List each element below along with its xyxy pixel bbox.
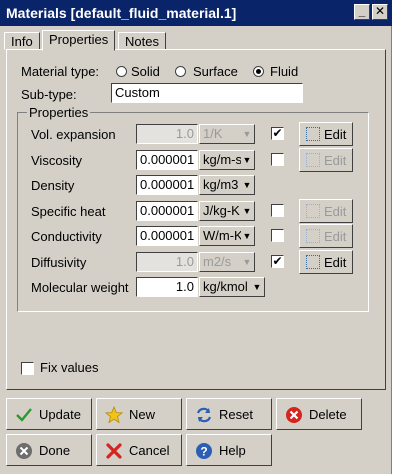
help-button[interactable]: ? Help: [186, 434, 272, 466]
unit-label: kg/m3: [203, 177, 239, 192]
unit-label: kg/m-s: [203, 152, 242, 167]
property-name: Vol. expansion: [31, 127, 116, 142]
property-value-field: 1.0: [136, 252, 198, 272]
property-value-field[interactable]: 0.000001: [136, 150, 198, 170]
help-icon: ?: [196, 443, 212, 459]
edit-icon: [306, 127, 320, 141]
radio-surface[interactable]: [175, 66, 186, 77]
unit-select[interactable]: kg/m-s ▼: [199, 150, 255, 170]
unit-select[interactable]: J/kg-K ▼: [199, 201, 255, 221]
update-button[interactable]: Update: [6, 398, 92, 430]
edit-button: Edit: [299, 148, 353, 172]
radio-surface-label: Surface: [193, 64, 238, 79]
subtype-label: Sub-type:: [21, 87, 77, 102]
edit-button: Edit: [299, 224, 353, 248]
unit-label: 1/K: [203, 126, 223, 141]
chevron-down-icon: ▼: [241, 254, 253, 270]
unit-select[interactable]: kg/m3 ▼: [199, 175, 255, 195]
property-name: Diffusivity: [31, 255, 87, 270]
chevron-down-icon: ▼: [241, 203, 253, 219]
unit-select: 1/K ▼: [199, 124, 255, 144]
unit-label: W/m-K: [203, 228, 243, 243]
chevron-down-icon: ▼: [241, 126, 253, 142]
new-button[interactable]: New: [96, 398, 182, 430]
property-checkbox[interactable]: [271, 229, 284, 242]
edit-label: Edit: [324, 204, 347, 219]
property-checkbox[interactable]: ✔: [271, 255, 284, 268]
edit-label: Edit: [324, 229, 347, 244]
unit-select[interactable]: kg/kmol ▼: [199, 277, 265, 297]
title-bar[interactable]: Materials [default_fluid_material.1] _ ✕: [0, 0, 392, 26]
property-name: Specific heat: [31, 204, 106, 219]
property-value-field: 1.0: [136, 124, 198, 144]
property-checkbox[interactable]: [271, 204, 284, 217]
chevron-down-icon: ▼: [241, 152, 253, 168]
material-type-label: Material type:: [21, 64, 100, 79]
unit-label: J/kg-K: [203, 203, 240, 218]
edit-icon: [306, 255, 320, 269]
property-checkbox[interactable]: ✔: [271, 127, 284, 140]
materials-window: Materials [default_fluid_material.1] _ ✕…: [0, 0, 392, 474]
tab-notes[interactable]: Notes: [118, 32, 166, 50]
tab-info[interactable]: Info: [4, 32, 40, 50]
unit-label: kg/kmol: [203, 279, 248, 294]
property-value-field[interactable]: 0.000001: [136, 175, 198, 195]
svg-text:?: ?: [200, 445, 207, 459]
reset-button[interactable]: Reset: [186, 398, 272, 430]
fix-values-label: Fix values: [40, 360, 99, 375]
property-value-field[interactable]: 1.0: [136, 277, 198, 297]
minimize-button[interactable]: _: [354, 4, 370, 20]
radio-solid[interactable]: [116, 66, 127, 77]
refresh-icon: [196, 407, 212, 423]
edit-label: Edit: [324, 255, 347, 270]
star-icon: [105, 406, 123, 424]
unit-label: m2/s: [203, 254, 232, 269]
properties-group-label: Properties: [27, 105, 91, 120]
edit-label: Edit: [324, 153, 347, 168]
delete-icon: [286, 407, 302, 423]
edit-button: Edit: [299, 199, 353, 223]
property-value-field[interactable]: 0.000001: [136, 226, 198, 246]
radio-fluid-label: Fluid: [270, 64, 299, 79]
property-name: Density: [31, 178, 75, 193]
unit-select: m2/s ▼: [199, 252, 255, 272]
cancel-button[interactable]: Cancel: [96, 434, 182, 466]
edit-icon: [306, 153, 320, 167]
radio-fluid[interactable]: [253, 66, 264, 77]
chevron-down-icon: ▼: [241, 228, 253, 244]
delete-button[interactable]: Delete: [276, 398, 362, 430]
edit-button[interactable]: Edit: [299, 250, 353, 274]
property-name: Conductivity: [31, 229, 102, 244]
tab-properties[interactable]: Properties: [42, 30, 116, 51]
edit-button[interactable]: Edit: [299, 122, 353, 146]
window-edge: [392, 0, 400, 474]
done-icon: [16, 443, 32, 459]
unit-select[interactable]: W/m-K ▼: [199, 226, 255, 246]
edit-icon: [306, 204, 320, 218]
property-checkbox[interactable]: [271, 153, 284, 166]
radio-solid-label: Solid: [131, 64, 160, 79]
chevron-down-icon: ▼: [251, 279, 263, 295]
cancel-icon: [106, 443, 122, 459]
subtype-field[interactable]: Custom: [111, 83, 303, 103]
property-value-field[interactable]: 0.000001: [136, 201, 198, 221]
property-name: Molecular weight: [31, 280, 129, 295]
done-button[interactable]: Done: [6, 434, 92, 466]
property-name: Viscosity: [31, 153, 83, 168]
close-button[interactable]: ✕: [372, 4, 388, 20]
checkmark-icon: [16, 408, 32, 422]
edit-label: Edit: [324, 127, 347, 142]
chevron-down-icon: ▼: [241, 177, 253, 193]
properties-panel: Material type: Solid Surface Fluid Sub-t…: [6, 49, 386, 390]
edit-icon: [306, 229, 320, 243]
fix-values-checkbox[interactable]: [21, 362, 34, 375]
window-title: Materials [default_fluid_material.1]: [6, 5, 237, 21]
